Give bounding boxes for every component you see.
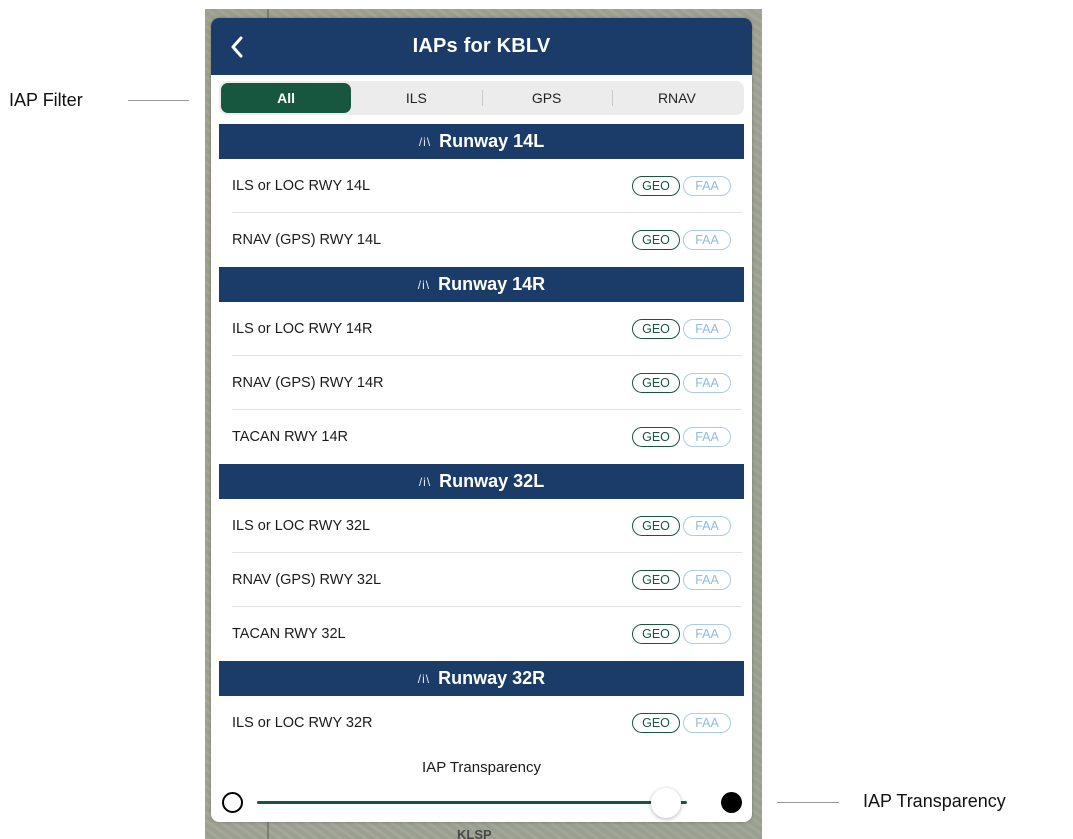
chart-source-badges: GEO FAA	[632, 427, 731, 447]
runway-section-header: /i\ Runway 14R	[219, 267, 744, 302]
warning-icon: /i\	[417, 671, 431, 686]
approach-name: RNAV (GPS) RWY 14L	[232, 232, 382, 248]
approach-name: RNAV (GPS) RWY 32L	[232, 572, 382, 588]
geo-badge[interactable]: GEO	[632, 427, 680, 447]
geo-badge[interactable]: GEO	[632, 176, 680, 196]
chart-source-badges: GEO FAA	[632, 624, 731, 644]
warning-icon: /i\	[417, 277, 431, 292]
chart-source-badges: GEO FAA	[632, 319, 731, 339]
runway-section-header: /i\ Runway 14L	[219, 124, 744, 159]
geo-badge[interactable]: GEO	[632, 230, 680, 250]
chart-source-badges: GEO FAA	[632, 713, 731, 733]
faa-badge[interactable]: FAA	[683, 624, 731, 644]
approach-row[interactable]: TACAN RWY 14R GEO FAA	[211, 410, 752, 464]
faa-badge[interactable]: FAA	[683, 319, 731, 339]
geo-badge[interactable]: GEO	[632, 713, 680, 733]
filter-option-gps[interactable]: GPS	[481, 83, 612, 113]
faa-badge[interactable]: FAA	[683, 373, 731, 393]
filled-circle-icon	[721, 792, 742, 813]
page-title: IAPs for KBLV	[412, 35, 551, 57]
approach-row[interactable]: TACAN RWY 32L GEO FAA	[211, 607, 752, 661]
approach-name: TACAN RWY 14R	[232, 429, 349, 445]
map-airport-label: KLSP	[457, 827, 492, 839]
filter-option-rnav[interactable]: RNAV	[611, 83, 742, 113]
back-button[interactable]	[221, 31, 253, 63]
runway-section-header: /i\ Runway 32R	[219, 661, 744, 696]
chart-source-badges: GEO FAA	[632, 570, 731, 590]
transparency-label: IAP Transparency	[422, 759, 541, 776]
geo-badge[interactable]: GEO	[632, 624, 680, 644]
approach-name: ILS or LOC RWY 32R	[232, 715, 373, 731]
filter-option-ils[interactable]: ILS	[351, 83, 481, 113]
warning-icon: /i\	[418, 134, 432, 149]
warning-icon: /i\	[418, 474, 432, 489]
approach-row[interactable]: RNAV (GPS) RWY 32L GEO FAA	[211, 553, 752, 607]
geo-badge[interactable]: GEO	[632, 319, 680, 339]
transparency-slider-track[interactable]	[257, 801, 687, 804]
approach-row[interactable]: RNAV (GPS) RWY 14L GEO FAA	[211, 213, 752, 267]
approach-row[interactable]: ILS or LOC RWY 32L GEO FAA	[211, 499, 752, 553]
empty-circle-icon	[222, 792, 243, 813]
faa-badge[interactable]: FAA	[683, 713, 731, 733]
faa-badge[interactable]: FAA	[683, 176, 731, 196]
iap-filter-segmented-control: All ILS GPS RNAV	[219, 81, 744, 115]
geo-badge[interactable]: GEO	[632, 373, 680, 393]
iap-filter-callout-line	[128, 100, 189, 101]
faa-badge[interactable]: FAA	[683, 570, 731, 590]
approach-name: ILS or LOC RWY 14L	[232, 178, 371, 194]
iap-panel: IAPs for KBLV All ILS GPS RNAV /i\ Runwa…	[211, 18, 752, 822]
iap-filter-callout-label: IAP Filter	[9, 90, 83, 110]
runway-title: Runway 14R	[438, 274, 546, 294]
iap-transparency-control: IAP Transparency	[211, 753, 752, 822]
runway-title: Runway 32L	[439, 471, 545, 491]
panel-header: IAPs for KBLV	[211, 18, 752, 75]
faa-badge[interactable]: FAA	[683, 516, 731, 536]
approach-row[interactable]: RNAV (GPS) RWY 14R GEO FAA	[211, 356, 752, 410]
runway-section-header: /i\ Runway 32L	[219, 464, 744, 499]
runway-title: Runway 14L	[439, 131, 545, 151]
runway-title: Runway 32R	[438, 668, 546, 688]
geo-badge[interactable]: GEO	[632, 516, 680, 536]
faa-badge[interactable]: FAA	[683, 230, 731, 250]
chart-source-badges: GEO FAA	[632, 516, 731, 536]
iap-transparency-callout-label: IAP Transparency	[863, 791, 1006, 811]
chart-source-badges: GEO FAA	[632, 176, 731, 196]
approach-row[interactable]: ILS or LOC RWY 14R GEO FAA	[211, 302, 752, 356]
chart-source-badges: GEO FAA	[632, 373, 731, 393]
approach-row[interactable]: ILS or LOC RWY 32R GEO FAA	[211, 696, 752, 750]
approach-list: /i\ Runway 14L ILS or LOC RWY 14L GEO FA…	[211, 124, 752, 750]
geo-badge[interactable]: GEO	[632, 570, 680, 590]
chart-source-badges: GEO FAA	[632, 230, 731, 250]
faa-badge[interactable]: FAA	[683, 427, 731, 447]
approach-name: ILS or LOC RWY 32L	[232, 518, 371, 534]
approach-name: ILS or LOC RWY 14R	[232, 321, 373, 337]
approach-row[interactable]: ILS or LOC RWY 14L GEO FAA	[211, 159, 752, 213]
transparency-slider-thumb[interactable]	[650, 788, 681, 818]
chevron-left-icon	[231, 36, 243, 58]
iap-transparency-callout-line	[777, 802, 839, 803]
approach-name: TACAN RWY 32L	[232, 626, 346, 642]
filter-option-all[interactable]: All	[221, 83, 352, 113]
approach-name: RNAV (GPS) RWY 14R	[232, 375, 384, 391]
